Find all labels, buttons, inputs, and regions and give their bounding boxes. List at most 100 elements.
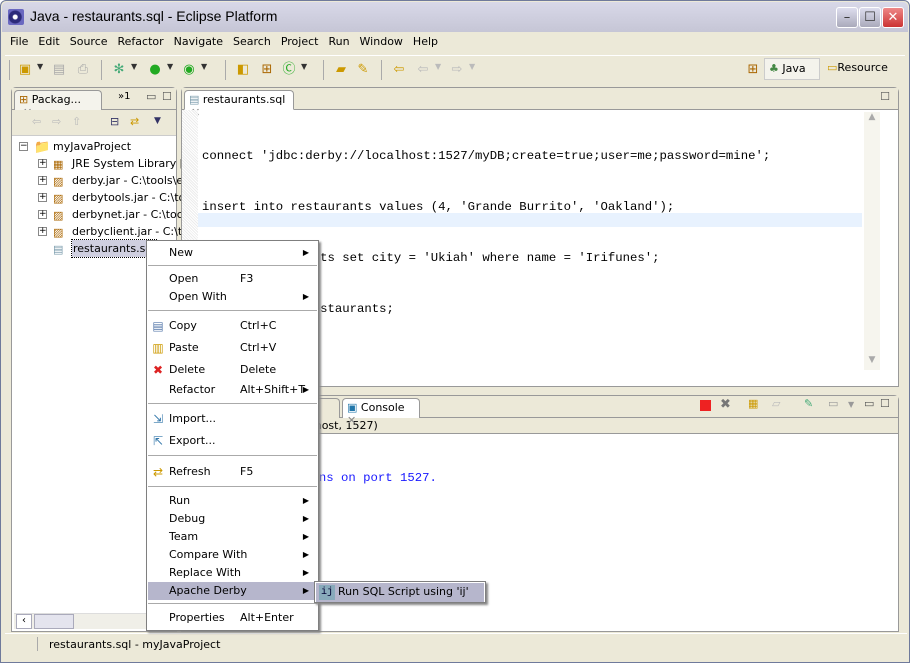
collapse-icon[interactable]: −: [19, 142, 28, 151]
maximize-editor-icon[interactable]: ☐: [880, 90, 890, 103]
view-menu-icon[interactable]: ▼: [154, 116, 161, 126]
clear-console-icon[interactable]: ▱: [772, 397, 780, 410]
new-wizard-icon[interactable]: ▣: [17, 62, 33, 78]
new-dropdown-icon[interactable]: ▼: [37, 62, 43, 71]
new-class-dropdown-icon[interactable]: ▼: [301, 62, 307, 71]
close-button[interactable]: ✕: [882, 7, 904, 28]
up-icon[interactable]: ⇧: [72, 115, 81, 128]
menu-item-copy[interactable]: ▤ Copy Ctrl+C: [148, 317, 317, 335]
tree-item-derbyclient-jar[interactable]: + ▨ derbyclient.jar - C:\t: [12, 223, 182, 240]
menu-run[interactable]: Run: [323, 33, 354, 53]
open-perspective-icon[interactable]: ⊞: [745, 62, 761, 78]
perspective-java[interactable]: ♣ Java: [764, 58, 820, 80]
menu-item-label: Debug: [169, 512, 206, 525]
scroll-thumb[interactable]: [34, 614, 74, 629]
menu-file[interactable]: File: [5, 33, 33, 53]
expand-icon[interactable]: +: [38, 210, 47, 219]
menu-item-team[interactable]: Team ▶: [148, 528, 317, 546]
menu-item-paste[interactable]: ▥ Paste Ctrl+V: [148, 339, 317, 357]
menu-item-label: Compare With: [169, 548, 248, 561]
package-explorer-tab[interactable]: ⊞ Packag... ✕: [14, 90, 102, 119]
scroll-down-icon[interactable]: ▼: [864, 355, 880, 370]
link-with-editor-icon[interactable]: ⇄: [130, 115, 139, 128]
external-tools-icon[interactable]: ◉: [181, 62, 197, 78]
search-icon[interactable]: ✎: [355, 62, 371, 78]
menu-item-compare-with[interactable]: Compare With ▶: [148, 546, 317, 564]
save-icon[interactable]: ▤: [51, 62, 67, 78]
display-console-icon[interactable]: ▭: [828, 397, 838, 410]
collapse-all-icon[interactable]: ⊟: [110, 115, 119, 128]
close-tab-icon[interactable]: ✕: [347, 414, 356, 427]
menu-edit[interactable]: Edit: [33, 33, 64, 53]
menu-item-open-with[interactable]: Open With ▶: [148, 288, 317, 306]
perspective-resource[interactable]: ▭Resource: [823, 58, 903, 80]
console-tab[interactable]: ▣ Console ✕: [342, 398, 420, 427]
tree-item-derby-jar[interactable]: + ▨ derby.jar - C:\tools\e: [12, 172, 183, 189]
scroll-lock-icon[interactable]: ▦: [748, 397, 758, 410]
debug-icon[interactable]: ✻: [111, 62, 127, 78]
forward-icon[interactable]: ⇨: [449, 62, 465, 78]
maximize-view-icon[interactable]: ☐: [162, 90, 172, 103]
menu-item-run-sql-script-ij[interactable]: ij Run SQL Script using 'ij': [316, 583, 484, 602]
minimize-view-icon[interactable]: ▭: [146, 90, 156, 103]
menu-navigate[interactable]: Navigate: [169, 33, 228, 53]
editor-tab-restaurants-sql[interactable]: ▤ restaurants.sql ✕: [184, 90, 294, 119]
menu-item-import[interactable]: ⇲ Import...: [148, 410, 317, 428]
expand-icon[interactable]: +: [38, 159, 47, 168]
minimize-view-icon[interactable]: ▭: [864, 397, 874, 410]
menu-source[interactable]: Source: [65, 33, 113, 53]
vertical-scrollbar[interactable]: ▲ ▼: [864, 112, 880, 370]
menu-separator: [148, 403, 317, 404]
new-java-project-icon[interactable]: ◧: [235, 62, 251, 78]
menu-item-delete[interactable]: ✖ Delete Delete: [148, 361, 317, 379]
display-console-dropdown-icon[interactable]: ▼: [848, 400, 854, 409]
run-dropdown-icon[interactable]: ▼: [167, 62, 173, 71]
forward-icon[interactable]: ⇨: [52, 115, 61, 128]
back-dropdown-icon[interactable]: ▼: [435, 62, 441, 71]
menu-item-label: Open With: [169, 290, 227, 303]
view-overflow-button[interactable]: »1: [118, 91, 130, 102]
menu-item-debug[interactable]: Debug ▶: [148, 510, 317, 528]
terminate-icon[interactable]: [700, 400, 711, 411]
tree-item-jre-system-library[interactable]: + ▦ JRE System Library [: [12, 155, 184, 172]
tree-item-myjavaproject[interactable]: − 📁 myJavaProject: [12, 138, 176, 155]
menu-item-properties[interactable]: Properties Alt+Enter: [148, 609, 317, 627]
maximize-button[interactable]: ☐: [859, 7, 881, 28]
menu-item-refresh[interactable]: ⇄ Refresh F5: [148, 463, 317, 481]
menu-item-export[interactable]: ⇱ Export...: [148, 432, 317, 450]
maximize-view-icon[interactable]: ☐: [880, 397, 890, 410]
new-package-icon[interactable]: ⊞: [259, 62, 275, 78]
debug-dropdown-icon[interactable]: ▼: [131, 62, 137, 71]
minimize-button[interactable]: –: [836, 7, 858, 28]
remove-launch-icon[interactable]: ✖: [720, 397, 731, 412]
external-tools-dropdown-icon[interactable]: ▼: [201, 62, 207, 71]
menu-item-refactor[interactable]: Refactor Alt+Shift+T ▶: [148, 381, 317, 399]
expand-icon[interactable]: +: [38, 176, 47, 185]
tree-item-derbytools-jar[interactable]: + ▨ derbytools.jar - C:\to: [12, 189, 185, 206]
expand-icon[interactable]: +: [38, 193, 47, 202]
open-type-icon[interactable]: ▰: [333, 62, 349, 78]
menu-item-run[interactable]: Run ▶: [148, 492, 317, 510]
pin-console-icon[interactable]: ✎: [804, 397, 813, 410]
menu-item-open[interactable]: Open F3: [148, 270, 317, 288]
back-icon[interactable]: ⇦: [32, 115, 41, 128]
menu-search[interactable]: Search: [228, 33, 276, 53]
menu-item-replace-with[interactable]: Replace With ▶: [148, 564, 317, 582]
menu-item-apache-derby[interactable]: Apache Derby ▶: [148, 582, 317, 600]
submenu-arrow-icon: ▶: [302, 550, 309, 559]
scroll-up-icon[interactable]: ▲: [864, 112, 880, 127]
print-icon[interactable]: ⎙: [75, 62, 91, 78]
last-edit-location-icon[interactable]: ⇦: [391, 62, 407, 78]
menu-item-new[interactable]: New ▶: [148, 244, 317, 262]
menu-window[interactable]: Window: [355, 33, 408, 53]
forward-dropdown-icon[interactable]: ▼: [469, 62, 475, 71]
menu-help[interactable]: Help: [408, 33, 443, 53]
menu-project[interactable]: Project: [276, 33, 324, 53]
back-icon[interactable]: ⇦: [415, 62, 431, 78]
menu-refactor[interactable]: Refactor: [113, 33, 169, 53]
tree-item-derbynet-jar[interactable]: + ▨ derbynet.jar - C:\toc: [12, 206, 183, 223]
scroll-left-icon[interactable]: ‹: [16, 614, 32, 629]
new-class-icon[interactable]: Ⓒ: [281, 62, 297, 78]
expand-icon[interactable]: +: [38, 227, 47, 236]
run-icon[interactable]: ●: [147, 62, 163, 78]
